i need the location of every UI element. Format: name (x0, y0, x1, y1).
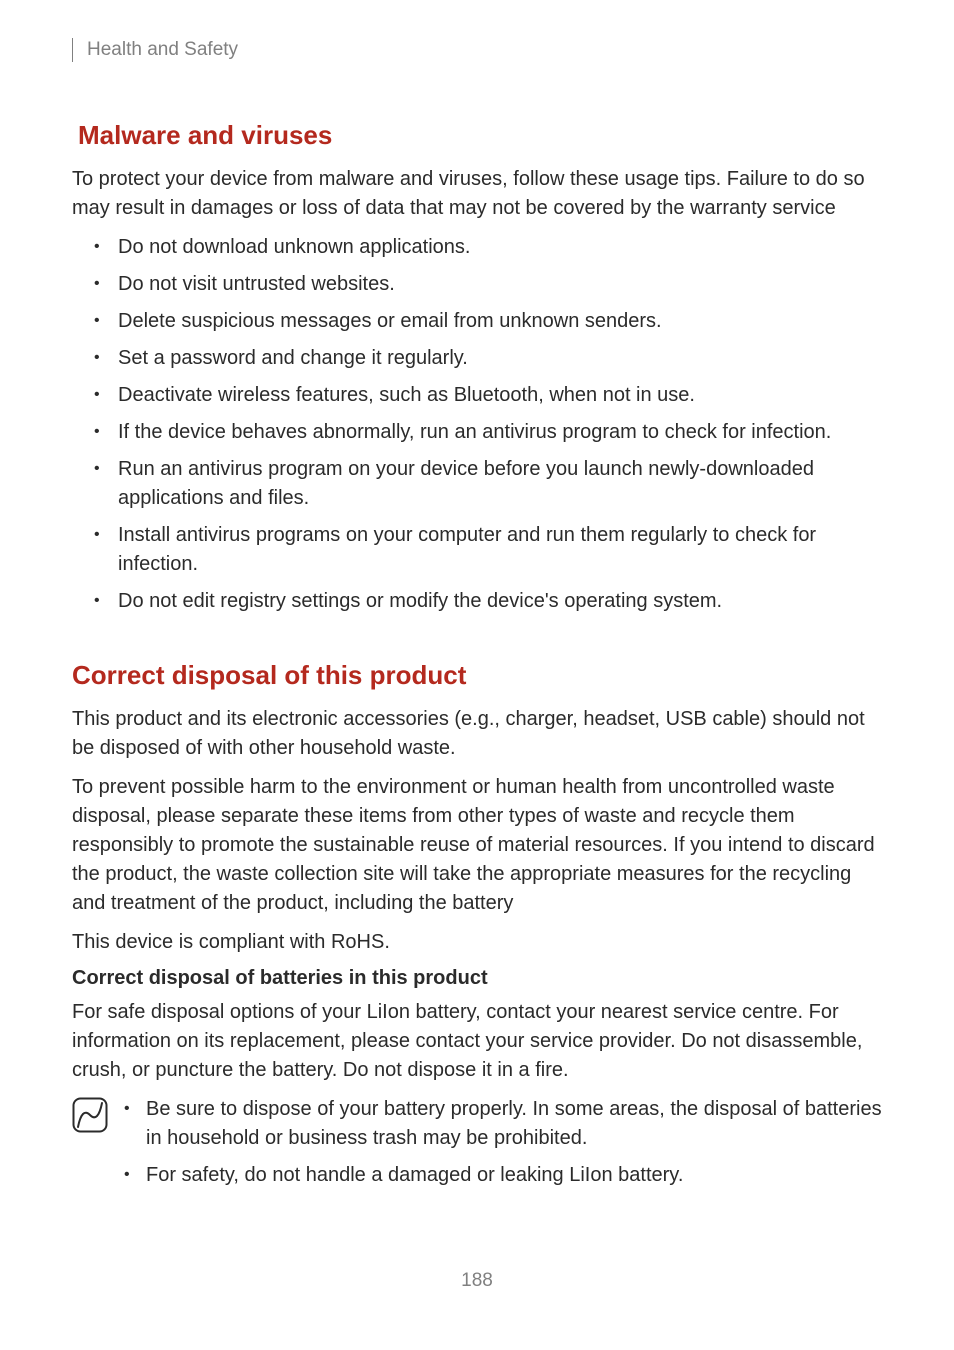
list-item: Delete suspicious messages or email from… (72, 307, 882, 336)
section-intro-malware: To protect your device from malware and … (72, 165, 882, 223)
breadcrumb-text: Health and Safety (87, 39, 238, 61)
list-item: Do not download unknown applications. (72, 233, 882, 262)
list-item: If the device behaves abnormally, run an… (72, 418, 882, 447)
disposal-paragraph-3: This device is compliant with RoHS. (72, 928, 882, 957)
note-block: Be sure to dispose of your battery prope… (72, 1095, 882, 1198)
breadcrumb: Health and Safety (72, 38, 882, 62)
page-number: 188 (0, 1270, 954, 1292)
list-item: Be sure to dispose of your battery prope… (120, 1095, 882, 1153)
list-item: Set a password and change it regularly. (72, 344, 882, 373)
disposal-paragraph-4: For safe disposal options of your LiIon … (72, 998, 882, 1085)
note-bullet-list: Be sure to dispose of your battery prope… (120, 1095, 882, 1198)
disposal-paragraph-1: This product and its electronic accessor… (72, 705, 882, 763)
section-title-disposal: Correct disposal of this product (72, 660, 882, 691)
section-title-malware: Malware and viruses (78, 120, 882, 151)
disposal-paragraph-2: To prevent possible harm to the environm… (72, 773, 882, 918)
malware-bullet-list: Do not download unknown applications. Do… (72, 233, 882, 616)
list-item: Deactivate wireless features, such as Bl… (72, 381, 882, 410)
list-item: Install antivirus programs on your compu… (72, 521, 882, 579)
disposal-subheading: Correct disposal of batteries in this pr… (72, 967, 882, 990)
list-item: Do not edit registry settings or modify … (72, 587, 882, 616)
list-item: Run an antivirus program on your device … (72, 455, 882, 513)
list-item: For safety, do not handle a damaged or l… (120, 1161, 882, 1190)
list-item: Do not visit untrusted websites. (72, 270, 882, 299)
note-icon (72, 1097, 108, 1133)
